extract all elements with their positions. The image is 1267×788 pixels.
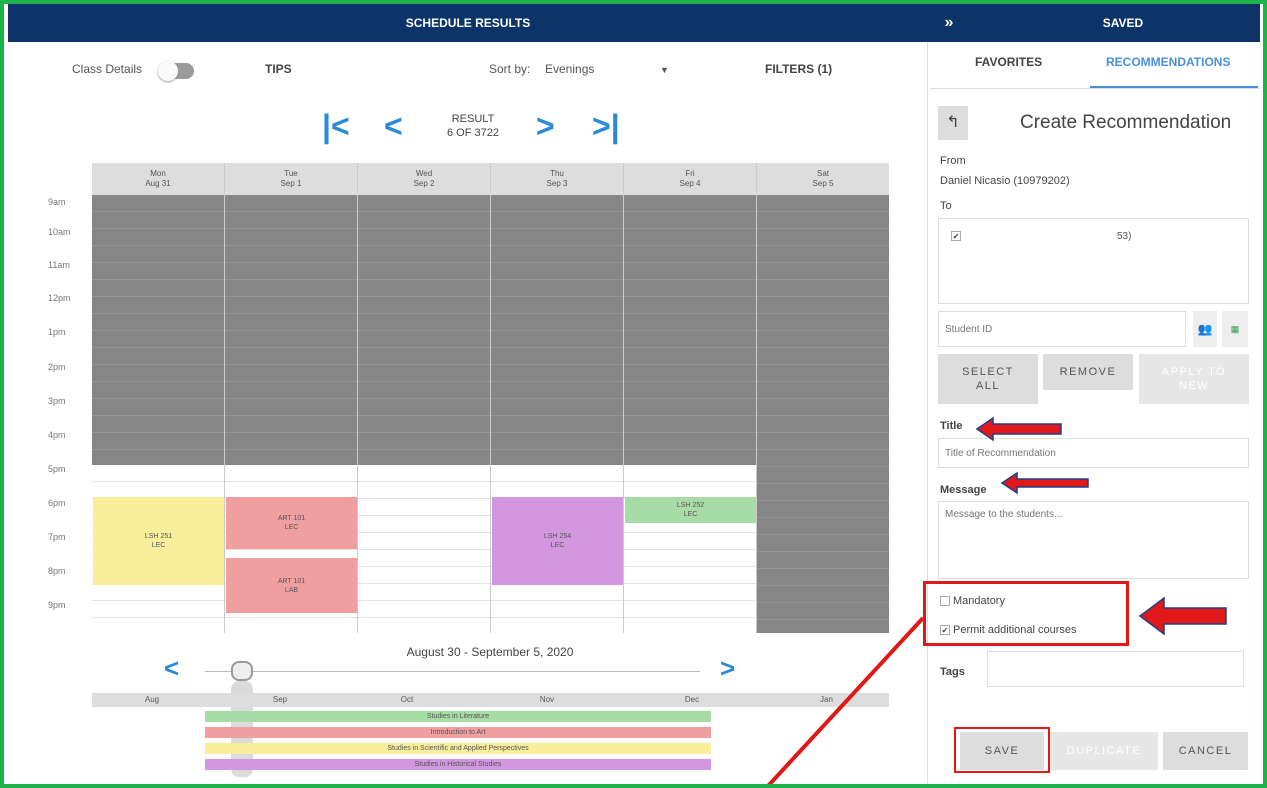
sort-dropdown-icon[interactable]: ▼ (660, 65, 669, 75)
month-label: Aug (92, 693, 212, 707)
weekly-calendar: Mon Aug 31 Tue Sep 1 Wed Sep 2 Thu Sep 3 Fri… (92, 163, 889, 633)
collapse-panel-icon[interactable]: » (934, 4, 964, 42)
hour-label: 4pm (48, 430, 66, 440)
course-block-lsh251[interactable]: LSH 251 LEC (93, 497, 224, 585)
checkbox-annotation-arrow (1138, 596, 1227, 636)
hour-label: 6pm (48, 498, 66, 508)
next-result-icon[interactable]: > (536, 110, 555, 142)
month-label: Dec (632, 693, 752, 707)
hour-label: 3pm (48, 396, 66, 406)
week-slider-track[interactable] (205, 671, 700, 672)
tab-recommendations[interactable]: RECOMMENDATIONS (1106, 55, 1230, 69)
hour-label: 2pm (48, 362, 66, 372)
pointer-annotation-line (766, 616, 925, 788)
day-column (757, 195, 889, 633)
timeline-bar[interactable]: Studies in Literature (205, 711, 711, 722)
hour-label: 8pm (48, 566, 66, 576)
message-textarea[interactable] (938, 501, 1249, 579)
student-id-input[interactable] (938, 311, 1186, 347)
recipient-item[interactable]: ✔ (951, 231, 961, 241)
day-header: Fri Sep 4 (624, 163, 757, 195)
message-annotation-arrow (1000, 471, 1089, 495)
title-input[interactable] (938, 438, 1249, 468)
course-block-lsh252[interactable]: LSH 252 LEC (625, 497, 756, 523)
save-highlight-box (954, 727, 1050, 773)
sort-by-select[interactable]: Evenings (545, 62, 594, 76)
back-arrow-icon[interactable]: ↰ (938, 106, 968, 140)
hour-label: 9pm (48, 600, 66, 610)
from-value: Daniel Nicasio (10979202) (940, 175, 1070, 187)
week-range-label: August 30 - September 5, 2020 (406, 645, 574, 659)
class-details-toggle[interactable] (158, 61, 194, 81)
tags-label: Tags (940, 666, 965, 678)
timeline-bar[interactable]: Studies in Historical Studies (205, 759, 711, 770)
tags-input[interactable] (987, 651, 1244, 687)
cancel-button[interactable]: CANCEL (1163, 732, 1248, 770)
apply-to-new-button[interactable]: APPLY TO NEW (1139, 354, 1249, 404)
result-position: 6 OF 3722 (447, 127, 499, 139)
schedule-results-title: SCHEDULE RESULTS (405, 16, 531, 30)
select-all-button[interactable]: SELECT ALL (938, 354, 1038, 404)
day-header: Tue Sep 1 (225, 163, 358, 195)
duplicate-button[interactable]: DUPLICATE (1050, 732, 1158, 770)
tab-favorites[interactable]: FAVORITES (975, 55, 1042, 69)
active-tab-indicator (1090, 86, 1258, 88)
day-header: Mon Aug 31 (92, 163, 225, 195)
saved-panel-title: SAVED (1102, 16, 1144, 30)
previous-result-icon[interactable]: < (384, 110, 403, 142)
tips-link[interactable]: TIPS (265, 62, 292, 76)
next-week-icon[interactable]: > (720, 653, 735, 684)
filters-button[interactable]: FILTERS (1) (765, 62, 832, 76)
sort-by-label: Sort by: (489, 62, 531, 76)
users-icon[interactable]: 👥 (1193, 311, 1217, 347)
week-slider-handle[interactable] (231, 661, 253, 681)
remove-button[interactable]: REMOVE (1043, 354, 1133, 390)
result-label: RESULT (451, 113, 495, 125)
title-label: Title (940, 420, 963, 432)
hour-label: 7pm (48, 532, 66, 542)
month-label: Oct (347, 693, 467, 707)
timeline-bar[interactable]: Introduction to Art (205, 727, 711, 738)
create-recommendation-heading: Create Recommendation (1020, 112, 1232, 133)
recipient-checkbox[interactable]: ✔ (951, 231, 961, 241)
recipients-list: ✔ 53) (938, 218, 1249, 304)
month-label: Sep (220, 693, 340, 707)
day-header: Thu Sep 3 (491, 163, 624, 195)
course-block-art101-lab[interactable]: ART 101 LAB (226, 558, 357, 613)
spreadsheet-icon[interactable]: ▦ (1222, 311, 1248, 347)
to-label: To (940, 200, 952, 212)
timeline-bar[interactable]: Studies in Scientific and Applied Perspe… (205, 743, 711, 754)
from-label: From (940, 155, 966, 167)
hour-label: 5pm (48, 464, 66, 474)
course-block-art101-lec[interactable]: ART 101 LEC (226, 497, 357, 549)
title-annotation-arrow (975, 416, 1062, 442)
last-result-icon[interactable]: >| (592, 110, 620, 142)
top-bar: SCHEDULE RESULTS » SAVED (8, 4, 1260, 42)
month-label: Nov (487, 693, 607, 707)
hour-label: 12pm (48, 293, 71, 303)
first-result-icon[interactable]: |< (322, 110, 350, 142)
day-header: Wed Sep 2 (358, 163, 491, 195)
checkbox-highlight-box (923, 581, 1129, 646)
day-header: Sat Sep 5 (757, 163, 889, 195)
result-counter: RESULT 6 OF 3722 (430, 112, 516, 140)
hour-label: 9am (48, 197, 66, 207)
recipient-label: 53) (1117, 231, 1132, 242)
previous-week-icon[interactable]: < (164, 653, 179, 684)
hour-label: 10am (48, 227, 71, 237)
hour-label: 11am (48, 260, 70, 270)
hour-label: 1pm (48, 327, 66, 337)
message-label: Message (940, 484, 987, 496)
course-block-lsh254[interactable]: LSH 254 LEC (492, 497, 623, 585)
tab-separator (930, 88, 1260, 89)
day-column (358, 195, 491, 633)
class-details-label: Class Details (72, 62, 143, 76)
day-column (624, 195, 757, 633)
